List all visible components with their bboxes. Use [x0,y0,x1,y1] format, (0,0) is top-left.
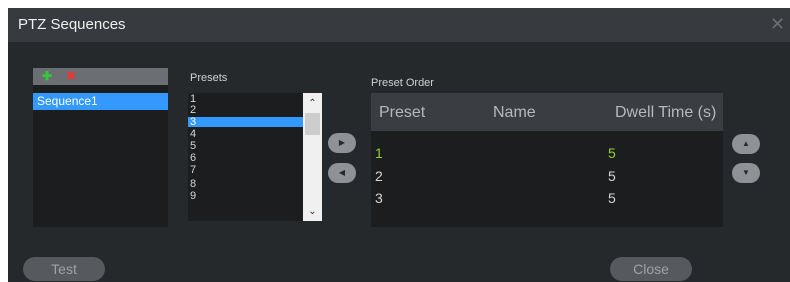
close-icon[interactable]: ✕ [770,15,785,33]
dialog-title: PTZ Sequences [18,16,126,33]
preset-item[interactable]: 9 [188,191,303,202]
column-header-dwell-time[interactable]: Dwell Time (s) [615,104,716,122]
preset-order-table: Preset Name Dwell Time (s) 1 5 2 5 3 5 [371,93,723,227]
test-button[interactable]: Test [23,257,105,281]
scroll-up-icon[interactable]: ⌃ [303,97,322,111]
preset-item-selected[interactable]: 3 [188,117,303,128]
scroll-down-icon[interactable]: ⌄ [303,205,322,219]
preset-item[interactable]: 7 [188,165,303,176]
add-preset-button[interactable]: ▶ [328,133,356,153]
arrow-left-icon: ◀ [338,168,346,177]
row-dwell: 5 [608,190,616,206]
preset-item[interactable]: 2 [188,105,303,116]
row-preset: 3 [375,190,383,206]
sequence-list: ✚ ✖ Sequence1 [33,68,168,227]
arrow-right-icon: ▶ [338,138,346,147]
column-header-preset[interactable]: Preset [379,104,425,122]
move-down-button[interactable]: ▼ [732,163,760,183]
preset-order-label: Preset Order [371,77,434,89]
x-icon[interactable]: ✖ [66,69,76,83]
table-header: Preset Name Dwell Time (s) [371,93,723,131]
remove-preset-button[interactable]: ◀ [328,163,356,183]
close-button[interactable]: Close [610,257,692,281]
presets-list: 1 2 3 4 5 6 7 8 9 [188,93,303,221]
row-dwell: 5 [608,168,616,184]
ptz-sequences-dialog: PTZ Sequences ✕ ✚ ✖ Sequence1 Presets 1 … [8,8,790,282]
preset-item[interactable]: 6 [188,153,303,164]
triangle-up-icon: ▲ [742,139,750,148]
title-bar: PTZ Sequences ✕ [8,8,790,42]
scroll-thumb[interactable] [305,113,320,135]
move-up-button[interactable]: ▲ [732,134,760,154]
triangle-down-icon: ▼ [742,168,750,177]
sequence-item[interactable]: Sequence1 [33,93,168,110]
preset-item[interactable]: 5 [188,141,303,152]
row-dwell: 5 [608,145,616,161]
preset-item[interactable]: 1 [188,94,303,105]
row-preset: 2 [375,168,383,184]
presets-label: Presets [190,72,228,84]
sequence-toolbar: ✚ ✖ [33,68,168,85]
plus-icon[interactable]: ✚ [42,69,52,83]
column-header-name[interactable]: Name [493,104,536,122]
preset-item[interactable]: 4 [188,129,303,140]
preset-item[interactable]: 8 [188,179,303,190]
row-preset: 1 [375,145,383,161]
presets-scrollbar[interactable]: ⌃ ⌄ [303,93,322,221]
